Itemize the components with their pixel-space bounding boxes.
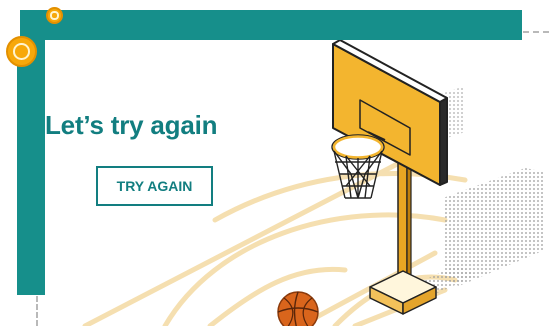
- coin-icon: [46, 7, 63, 24]
- basketball: [277, 291, 319, 326]
- frame-left-bar: [17, 40, 45, 295]
- dashed-guide-left: [36, 296, 38, 326]
- try-again-button[interactable]: TRY AGAIN: [96, 166, 213, 206]
- rim-and-net: [331, 134, 385, 199]
- result-card: Let’s try again TRY AGAIN: [45, 40, 549, 326]
- result-title: Let’s try again: [45, 110, 218, 140]
- coin-inner-ring: [50, 11, 59, 20]
- coin-icon: [6, 36, 37, 67]
- backboard: [332, 40, 448, 186]
- coin-inner-ring: [13, 43, 30, 60]
- dashed-guide-top: [523, 31, 549, 33]
- frame-top-bar: [20, 10, 522, 40]
- game-screen: Let’s try again TRY AGAIN: [0, 0, 549, 326]
